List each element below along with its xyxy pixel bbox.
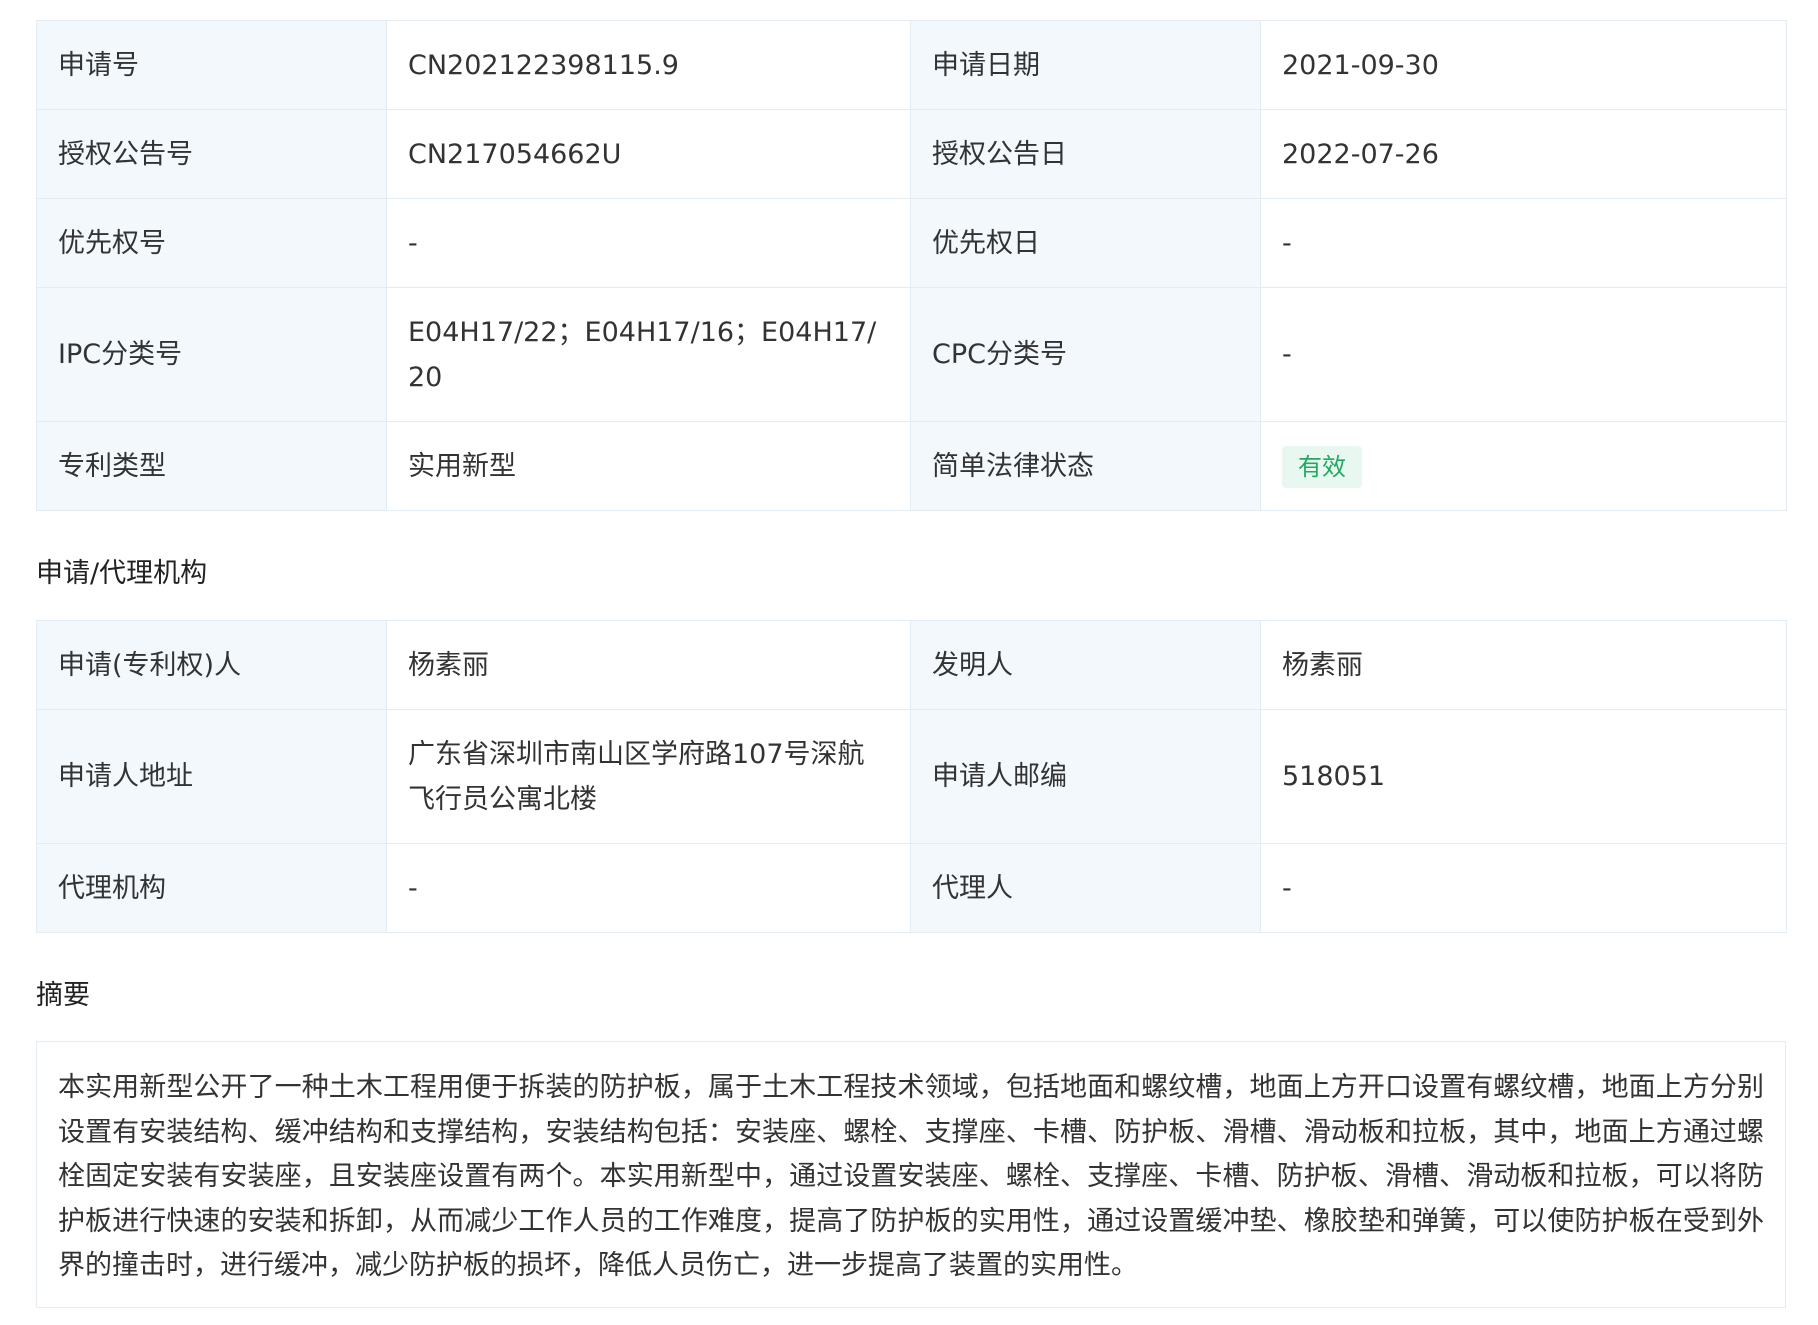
inventor-value: 杨素丽	[1260, 620, 1787, 710]
table-row: 申请人地址 广东省深圳市南山区学府路107号深航飞行员公寓北楼 申请人邮编 51…	[36, 709, 1787, 844]
abstract-section-title: 摘要	[36, 980, 90, 1011]
applicant-postcode-label: 申请人邮编	[910, 709, 1261, 844]
application-number-value: CN202122398115.9	[386, 20, 911, 110]
legal-status-label: 简单法律状态	[910, 421, 1261, 511]
priority-date-value: -	[1260, 198, 1787, 288]
applicant-label: 申请(专利权)人	[36, 620, 387, 710]
cpc-classification-label: CPC分类号	[910, 287, 1261, 422]
status-badge: 有效	[1282, 445, 1362, 488]
basic-info-table: 申请号 CN202122398115.9 申请日期 2021-09-30 授权公…	[36, 20, 1787, 511]
legal-status-cell: 有效	[1260, 421, 1787, 511]
table-row: 代理机构 - 代理人 -	[36, 843, 1787, 933]
abstract-text: 本实用新型公开了一种土木工程用便于拆装的防护板，属于土木工程技术领域，包括地面和…	[36, 1041, 1786, 1308]
agent-label: 代理人	[910, 843, 1261, 933]
cpc-classification-value: -	[1260, 287, 1787, 422]
agency-label: 代理机构	[36, 843, 387, 933]
application-date-label: 申请日期	[910, 20, 1261, 110]
priority-date-label: 优先权日	[910, 198, 1261, 288]
grant-publication-number-value: CN217054662U	[386, 109, 911, 199]
agency-value: -	[386, 843, 911, 933]
applicant-postcode-value: 518051	[1260, 709, 1787, 844]
grant-publication-date-label: 授权公告日	[910, 109, 1261, 199]
table-row: 专利类型 实用新型 简单法律状态 有效	[36, 421, 1787, 511]
ipc-classification-label: IPC分类号	[36, 287, 387, 422]
patent-type-label: 专利类型	[36, 421, 387, 511]
table-row: 优先权号 - 优先权日 -	[36, 198, 1787, 288]
table-row: 授权公告号 CN217054662U 授权公告日 2022-07-26	[36, 109, 1787, 199]
application-number-label: 申请号	[36, 20, 387, 110]
applicant-value: 杨素丽	[386, 620, 911, 710]
applicant-address-value: 广东省深圳市南山区学府路107号深航飞行员公寓北楼	[386, 709, 911, 844]
inventor-label: 发明人	[910, 620, 1261, 710]
patent-type-value: 实用新型	[386, 421, 911, 511]
table-row: 申请号 CN202122398115.9 申请日期 2021-09-30	[36, 20, 1787, 110]
patent-detail-page: 申请号 CN202122398115.9 申请日期 2021-09-30 授权公…	[0, 0, 1818, 1325]
agency-section-title: 申请/代理机构	[36, 558, 208, 589]
application-date-value: 2021-09-30	[1260, 20, 1787, 110]
grant-publication-number-label: 授权公告号	[36, 109, 387, 199]
grant-publication-date-value: 2022-07-26	[1260, 109, 1787, 199]
agency-table: 申请(专利权)人 杨素丽 发明人 杨素丽 申请人地址 广东省深圳市南山区学府路1…	[36, 620, 1787, 933]
applicant-address-label: 申请人地址	[36, 709, 387, 844]
priority-number-value: -	[386, 198, 911, 288]
agent-value: -	[1260, 843, 1787, 933]
ipc-classification-value: E04H17/22；E04H17/16；E04H17/20	[386, 287, 911, 422]
table-row: 申请(专利权)人 杨素丽 发明人 杨素丽	[36, 620, 1787, 710]
table-row: IPC分类号 E04H17/22；E04H17/16；E04H17/20 CPC…	[36, 287, 1787, 422]
priority-number-label: 优先权号	[36, 198, 387, 288]
